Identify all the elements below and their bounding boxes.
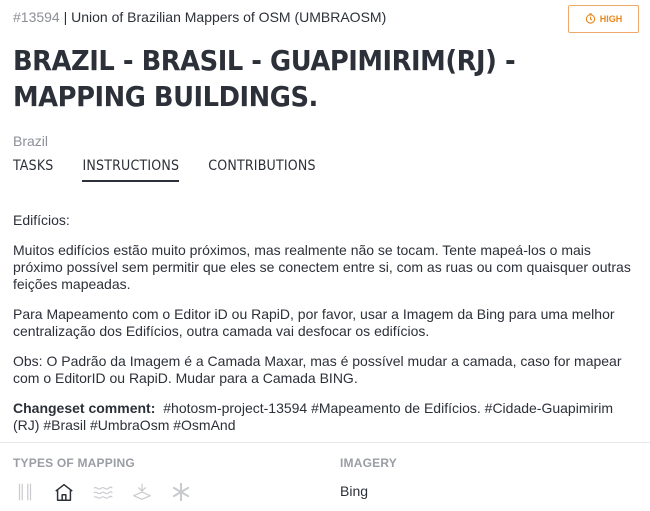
other-icon [169,480,193,504]
instructions-heading: Edifícios: [13,212,70,228]
project-id[interactable]: #13594 [13,9,60,25]
waterways-icon [91,480,115,504]
tab-tasks[interactable]: TASKS [13,158,53,182]
imagery-value: Bing [340,483,369,499]
organisation-name[interactable]: Union of Brazilian Mappers of OSM (UMBRA… [71,9,386,25]
priority-label: HIGH [599,14,623,24]
section-divider [0,442,650,443]
project-header: #13594 | Union of Brazilian Mappers of O… [13,9,386,25]
tab-instructions[interactable]: INSTRUCTIONS [82,158,180,182]
roads-icon [13,480,37,504]
mapping-types [13,480,193,504]
page-title: BRAZIL - BRASIL - GUAPIMIRIM(RJ) - MAPPI… [13,44,516,113]
project-country: Brazil [13,133,49,149]
tab-contributions[interactable]: CONTRIBUTIONS [208,158,315,182]
changeset-comment: Changeset comment: #hotosm-project-13594… [13,400,638,434]
imagery-label: IMAGERY [340,456,397,470]
types-of-mapping-label: TYPES OF MAPPING [13,456,135,470]
header-separator: | [59,9,72,25]
instructions-paragraph: Para Mapeamento com o Editor iD ou RapiD… [13,306,615,339]
instructions-content: Edifícios: Muitos edifícios estão muito … [13,212,638,447]
project-tabs: TASKS INSTRUCTIONS CONTRIBUTIONS [13,158,345,182]
priority-badge: HIGH [568,5,639,33]
changeset-label: Changeset comment: [13,400,156,416]
instructions-paragraph: Obs: O Padrão da Imagem é a Camada Maxar… [13,353,622,386]
land-use-icon [130,480,154,504]
buildings-icon [52,480,76,504]
clock-icon [585,12,596,26]
instructions-paragraph: Muitos edifícios estão muito próximos, m… [13,242,631,292]
